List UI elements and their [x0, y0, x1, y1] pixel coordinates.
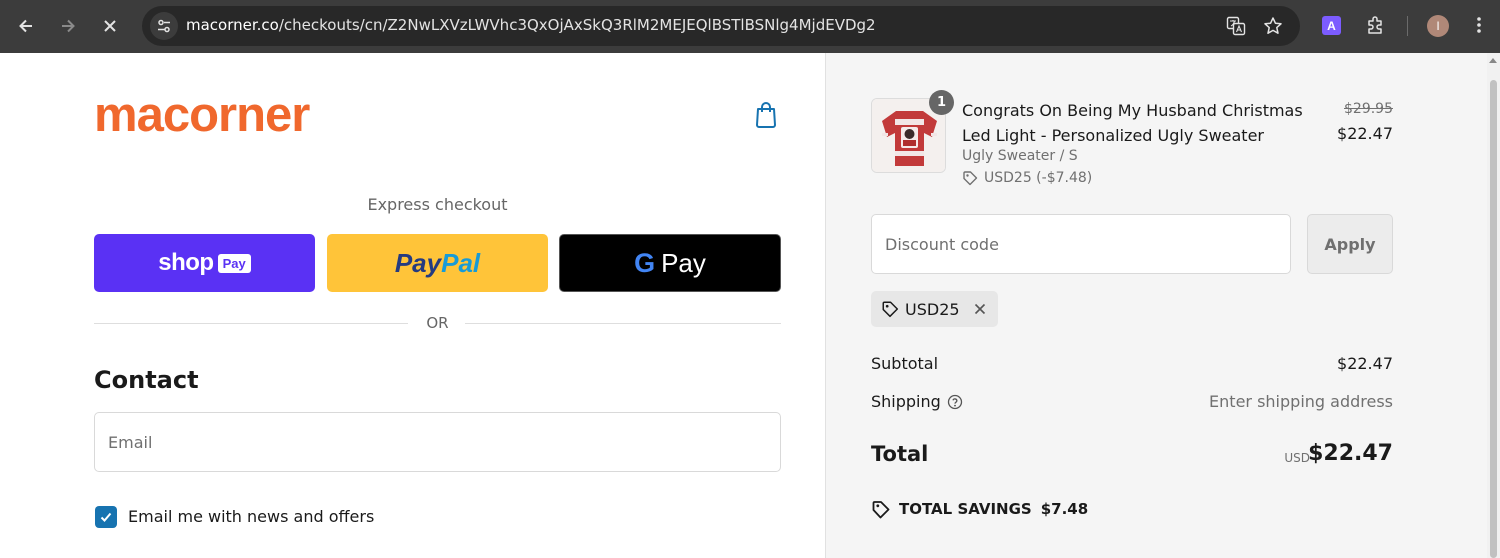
extension-a-icon[interactable]: A: [1322, 16, 1341, 35]
google-pay-wordmark: Pay: [661, 247, 706, 278]
star-icon: [1264, 17, 1282, 34]
translate-button[interactable]: [1224, 14, 1248, 38]
original-price: $29.95: [1344, 101, 1393, 117]
store-logo[interactable]: macorner: [94, 85, 310, 145]
apply-discount-button[interactable]: Apply: [1307, 214, 1393, 274]
email-field[interactable]: [94, 412, 781, 472]
discount-code-field[interactable]: [871, 214, 1291, 274]
subtotal-value: $22.47: [1337, 354, 1393, 373]
site-info-button[interactable]: [150, 12, 178, 40]
or-label: OR: [426, 314, 449, 332]
url-path: /checkouts/cn/Z2NwLXVzLWVhc3QxOjAxSkQ3Rl…: [278, 16, 876, 34]
product-price: $22.47: [1337, 124, 1393, 143]
stop-loading-button[interactable]: [94, 10, 126, 42]
or-divider: OR: [94, 312, 781, 334]
scrollbar-thumb[interactable]: [1490, 80, 1497, 558]
shipping-row: Shipping: [871, 392, 963, 411]
shop-pay-badge: Pay: [217, 253, 251, 273]
tune-icon: [158, 19, 170, 33]
savings-label: TOTAL SAVINGS: [899, 500, 1032, 518]
tag-icon: [963, 171, 978, 186]
url-host: macorner.co: [186, 16, 279, 34]
tag-icon: [871, 499, 891, 519]
browser-toolbar: macorner.co/checkouts/cn/Z2NwLXVzLWVhc3Q…: [0, 0, 1500, 53]
back-button[interactable]: [10, 10, 42, 42]
product-variant: Ugly Sweater / S: [962, 148, 1078, 164]
shipping-label: Shipping: [871, 392, 941, 411]
paypal-button[interactable]: PayPal: [327, 234, 548, 292]
cart-button[interactable]: [754, 101, 778, 129]
address-bar[interactable]: macorner.co/checkouts/cn/Z2NwLXVzLWVhc3Q…: [142, 6, 1300, 46]
shopping-bag-icon: [756, 102, 776, 128]
close-icon: [104, 20, 116, 32]
product-title: Congrats On Being My Husband Christmas L…: [962, 101, 1303, 145]
scroll-up-arrow[interactable]: [1489, 58, 1497, 63]
shop-pay-button[interactable]: shop Pay: [94, 234, 315, 292]
checkmark-icon: [100, 512, 112, 522]
contact-heading: Contact: [94, 366, 199, 394]
translate-icon: [1226, 16, 1246, 36]
browser-menu-button[interactable]: [1467, 13, 1491, 37]
arrow-right-icon: [62, 19, 75, 33]
shipping-value: Enter shipping address: [1209, 392, 1393, 411]
product-discount-text: USD25 (-$7.48): [984, 170, 1093, 186]
total-value: $22.47: [1308, 441, 1393, 466]
newsletter-label: Email me with news and offers: [128, 507, 375, 526]
subtotal-label: Subtotal: [871, 354, 939, 373]
remove-discount-button[interactable]: [974, 303, 986, 315]
url-text[interactable]: macorner.co/checkouts/cn/Z2NwLXVzLWVhc3Q…: [186, 16, 876, 34]
total-currency: USD: [1284, 451, 1310, 465]
help-circle-icon[interactable]: [947, 394, 963, 410]
forward-button[interactable]: [52, 10, 84, 42]
express-checkout-label: Express checkout: [367, 195, 508, 214]
total-label: Total: [871, 442, 929, 466]
more-vertical-icon: [1477, 17, 1481, 33]
toolbar-divider: [1407, 16, 1408, 36]
product-discount: USD25 (-$7.48): [962, 170, 1092, 186]
puzzle-icon: [1368, 16, 1382, 34]
profile-avatar[interactable]: I: [1427, 15, 1449, 37]
arrow-left-icon: [19, 19, 32, 33]
savings-value: $7.48: [1040, 500, 1089, 518]
google-pay-button[interactable]: G Pay: [559, 234, 781, 292]
total-savings: TOTAL SAVINGS $7.48: [871, 499, 1088, 519]
google-g-icon: G: [634, 247, 656, 278]
bookmark-button[interactable]: [1261, 14, 1285, 38]
tag-icon: [882, 301, 899, 318]
newsletter-checkbox[interactable]: [95, 506, 117, 528]
extensions-button[interactable]: [1364, 13, 1388, 37]
close-icon: [974, 303, 985, 315]
shop-pay-wordmark: shop: [158, 249, 214, 276]
applied-discount-chip: USD25: [871, 291, 998, 327]
quantity-badge: 1: [929, 90, 954, 115]
applied-code-text: USD25: [905, 299, 960, 319]
paypal-wordmark: PayPal: [394, 247, 481, 278]
